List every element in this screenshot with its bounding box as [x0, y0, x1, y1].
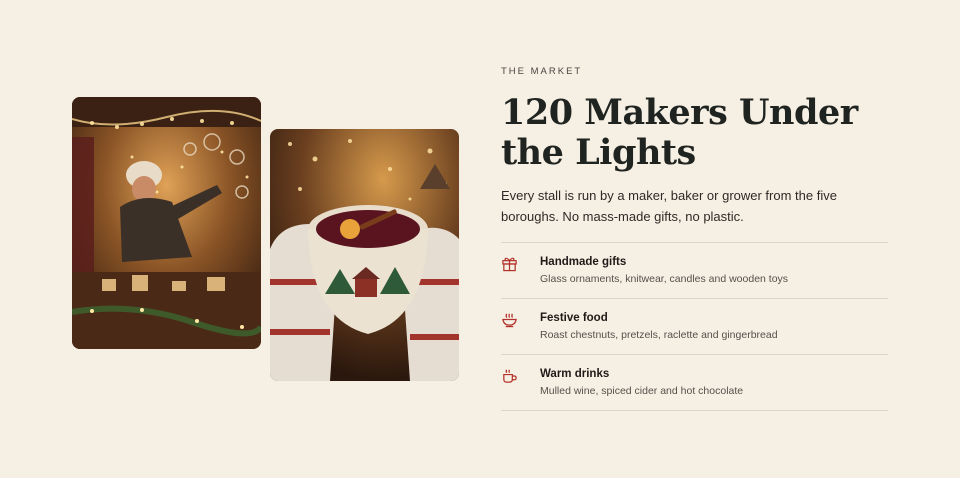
section-description: Every stall is run by a maker, baker or … [501, 188, 837, 224]
feature-description: Glass ornaments, knitwear, candles and w… [540, 273, 789, 285]
section-eyebrow: THE MARKET [501, 66, 583, 77]
feature-item-festive-food: Festive food Roast chestnuts, pretzels, … [501, 299, 888, 355]
feature-description: Mulled wine, spiced cider and hot chocol… [540, 385, 744, 397]
feature-item-warm-drinks: Warm drinks Mulled wine, spiced cider an… [501, 355, 888, 411]
feature-title: Festive food [540, 312, 608, 324]
feature-description: Roast chestnuts, pretzels, raclette and … [540, 329, 778, 341]
market-section: THE MARKET 120 Makers Under the Lights E… [501, 66, 888, 411]
mulled-wine-photo [270, 129, 459, 381]
mug-icon [501, 367, 518, 384]
feature-title: Handmade gifts [540, 256, 627, 268]
section-title: 120 Makers Under the Lights [501, 92, 858, 173]
food-bowl-icon [501, 311, 518, 328]
feature-item-handmade-gifts: Handmade gifts Glass ornaments, knitwear… [501, 243, 888, 299]
gift-icon [501, 255, 518, 272]
feature-title: Warm drinks [540, 368, 610, 380]
feature-list: Handmade gifts Glass ornaments, knitwear… [501, 242, 888, 411]
market-stall-photo [72, 97, 261, 349]
